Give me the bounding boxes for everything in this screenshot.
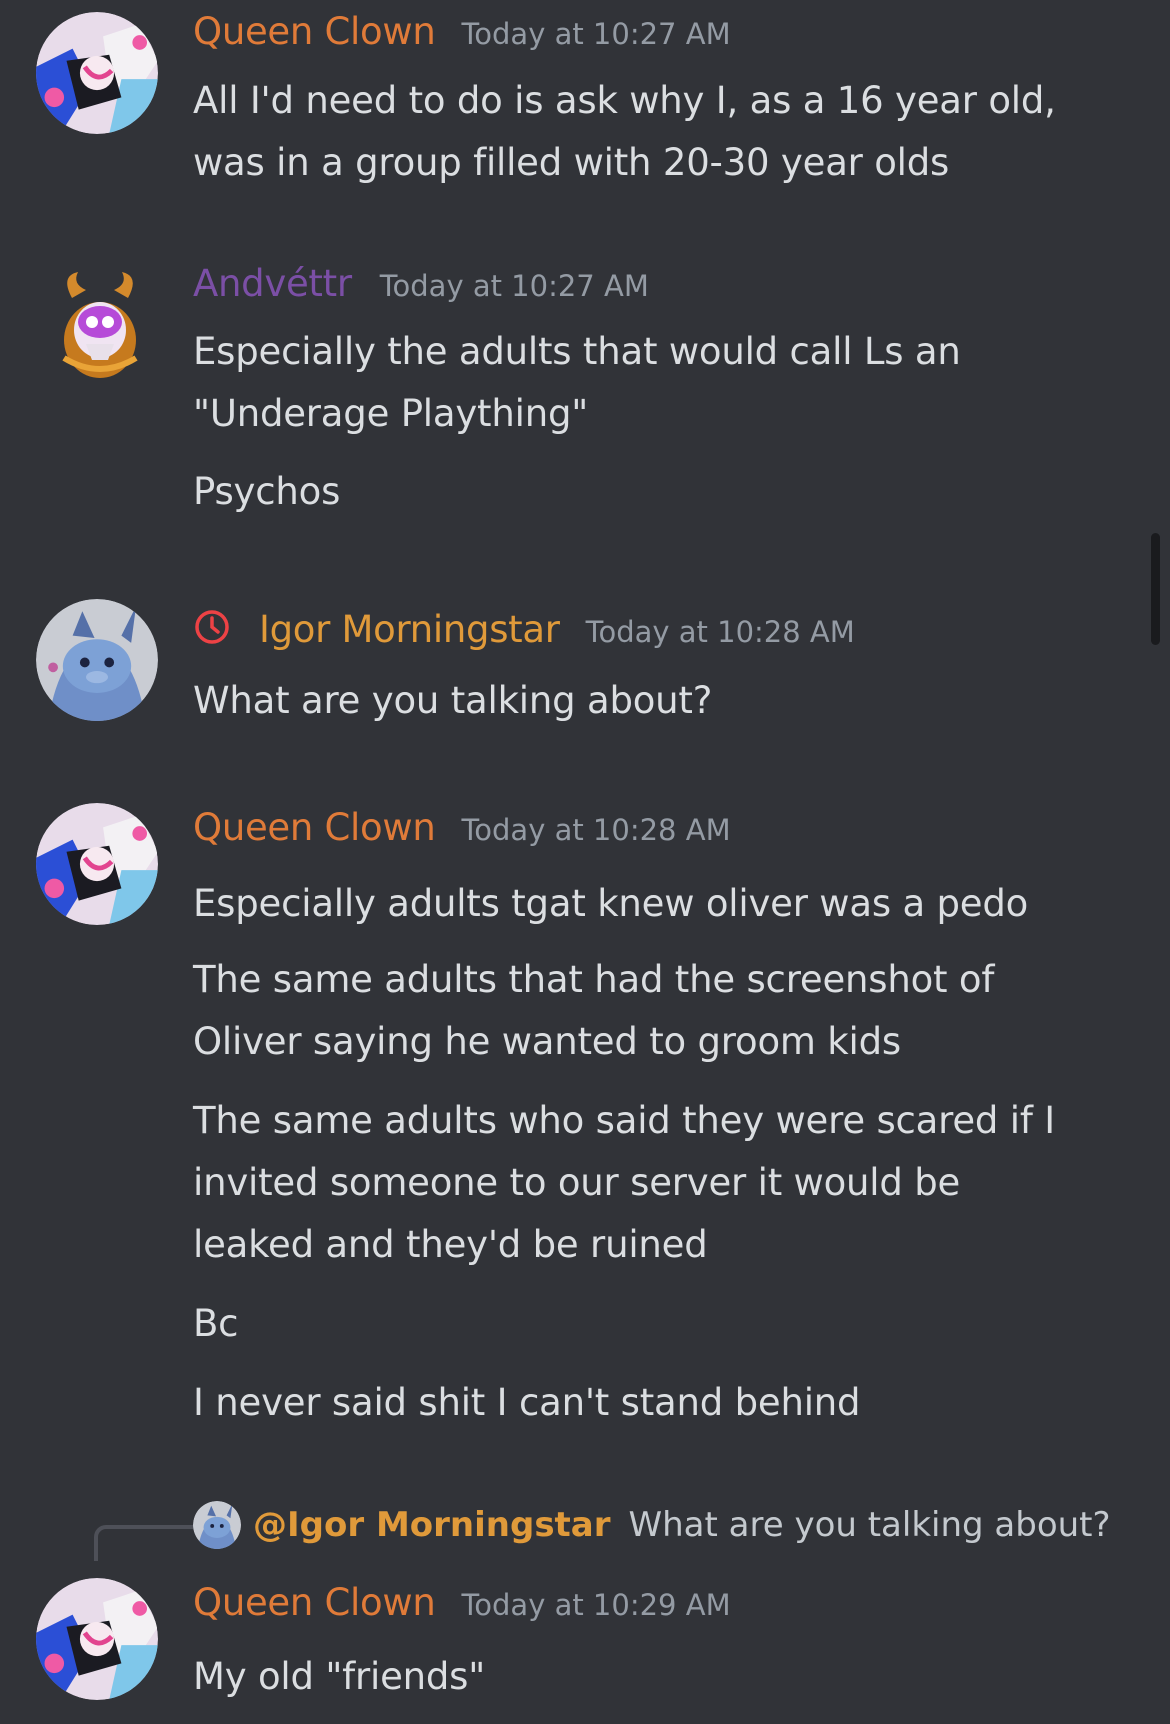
message-timestamp: Today at 10:29 AM <box>461 1588 731 1622</box>
message-text: invited someone to our server it would b… <box>193 1161 961 1204</box>
igor-avatar <box>193 1501 241 1549</box>
message-text: Bc <box>193 1302 239 1345</box>
message-text: The same adults that had the screenshot … <box>193 958 995 1001</box>
message-text: was in a group filled with 20-30 year ol… <box>193 141 950 184</box>
message-text: All I'd need to do is ask why I, as a 16… <box>193 79 1056 122</box>
message-text: The same adults who said they were scare… <box>193 1099 1055 1142</box>
andvettr-avatar[interactable] <box>50 268 150 380</box>
message-timestamp: Today at 10:27 AM <box>461 17 731 51</box>
igor-avatar[interactable] <box>36 599 158 721</box>
queen-clown-avatar[interactable] <box>36 12 158 134</box>
message-text: Psychos <box>193 470 341 513</box>
reply-preview[interactable]: @Igor Morningstar What are you talking a… <box>193 1500 1111 1550</box>
message-text: Oliver saying he wanted to groom kids <box>193 1020 901 1063</box>
message-timestamp: Today at 10:27 AM <box>379 269 649 303</box>
message-text: My old "friends" <box>193 1655 486 1698</box>
timeout-clock-icon[interactable] <box>193 608 231 646</box>
author-name[interactable]: Igor Morningstar <box>259 608 560 651</box>
author-name[interactable]: Queen Clown <box>193 806 436 849</box>
message-text: "Underage Plaything" <box>193 392 589 435</box>
reply-mention[interactable]: @Igor Morningstar <box>253 1505 611 1545</box>
author-name[interactable]: Andvéttr <box>193 262 352 305</box>
message-timestamp: Today at 10:28 AM <box>461 813 731 847</box>
message-text: Especially the adults that would call Ls… <box>193 330 961 373</box>
message-timestamp: Today at 10:28 AM <box>585 615 855 649</box>
scrollbar-thumb[interactable] <box>1151 533 1160 645</box>
queen-clown-avatar[interactable] <box>36 803 158 925</box>
reply-text: What are you talking about? <box>628 1505 1111 1545</box>
queen-clown-avatar[interactable] <box>36 1578 158 1700</box>
message-text: leaked and they'd be ruined <box>193 1223 708 1266</box>
message-text: What are you talking about? <box>193 679 713 722</box>
author-name[interactable]: Queen Clown <box>193 1581 436 1624</box>
message-text: Especially adults tgat knew oliver was a… <box>193 882 1029 925</box>
chat-message-list: Queen Clown Today at 10:27 AM All I'd ne… <box>0 0 1170 1724</box>
reply-connector <box>94 1525 194 1561</box>
author-name[interactable]: Queen Clown <box>193 10 436 53</box>
message-text: I never said shit I can't stand behind <box>193 1381 861 1424</box>
